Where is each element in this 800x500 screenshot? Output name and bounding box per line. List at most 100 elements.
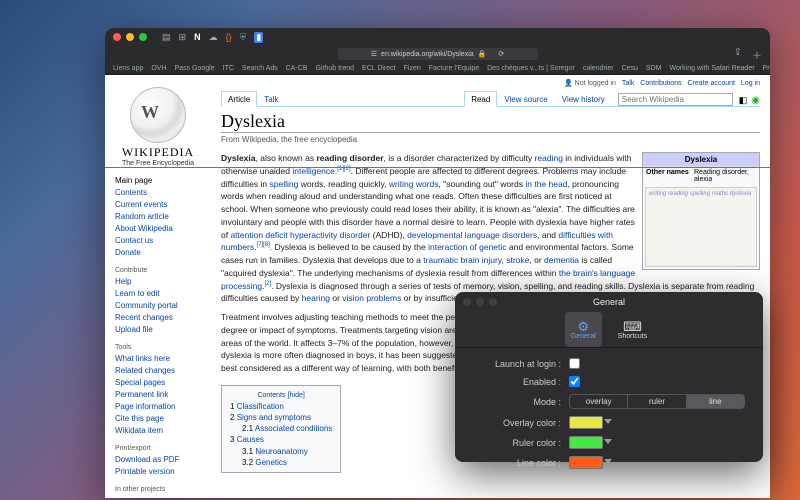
share-icon[interactable]: ⇪: [734, 47, 742, 62]
fav-item[interactable]: Search Ads: [242, 65, 278, 72]
braces-icon[interactable]: {}: [226, 32, 232, 43]
fav-item[interactable]: calendrier: [583, 65, 614, 72]
new-tab-icon[interactable]: ＋: [752, 47, 762, 62]
link-vision[interactable]: vision problems: [342, 293, 401, 303]
minimize-icon[interactable]: [126, 33, 134, 41]
titlebar: ▤ ⊞ N ☁ {} ⛨ ▮: [105, 28, 770, 46]
shield-icon[interactable]: ⛨: [240, 32, 247, 43]
nav-about[interactable]: About Wikipedia: [115, 223, 201, 235]
mode-segmented-control[interactable]: overlay ruler line: [569, 394, 745, 409]
fav-item[interactable]: Des chèques v...ts | Soregor: [487, 65, 575, 72]
nav-contents[interactable]: Contents: [115, 187, 201, 199]
wikipedia-logo[interactable]: WIKIPEDIA The Free Encyclopedia: [115, 87, 201, 167]
link-writing[interactable]: writing words: [389, 179, 439, 189]
mode-overlay[interactable]: overlay: [570, 395, 628, 408]
link-head[interactable]: in the head: [525, 179, 567, 189]
fav-item[interactable]: Présence.xlsx: [763, 65, 770, 72]
notion-icon[interactable]: N: [194, 32, 201, 43]
nav-printable[interactable]: Printable version: [115, 466, 201, 478]
fav-item[interactable]: Github trend: [316, 65, 355, 72]
cloud-icon[interactable]: ☁: [209, 32, 218, 43]
nav-links-here[interactable]: What links here: [115, 353, 201, 365]
fav-item[interactable]: CA-CB: [286, 65, 308, 72]
mode-line[interactable]: line: [687, 395, 744, 408]
tab-viewsource[interactable]: View source: [497, 91, 554, 106]
infobox-image[interactable]: writing reading spelling maths dyslexia: [645, 187, 757, 267]
fav-item[interactable]: OVH: [151, 65, 166, 72]
nav-current-events[interactable]: Current events: [115, 199, 201, 211]
zoom-icon[interactable]: [139, 33, 147, 41]
prefs-tab-general[interactable]: ⚙ General: [565, 312, 602, 347]
link-spelling[interactable]: spelling: [270, 179, 299, 189]
nav-wikidata[interactable]: Wikidata item: [115, 425, 201, 437]
link-hearing[interactable]: hearing: [302, 293, 330, 303]
nav-upload[interactable]: Upload file: [115, 324, 201, 336]
sidebar-icon[interactable]: ▤: [162, 32, 171, 43]
toc-associated[interactable]: Associated conditions: [255, 424, 332, 433]
nav-contact[interactable]: Contact us: [115, 235, 201, 247]
search-input[interactable]: [618, 93, 733, 106]
nav-special[interactable]: Special pages: [115, 377, 201, 389]
toc-hide[interactable]: [hide]: [288, 392, 305, 399]
nav-main-page[interactable]: Main page: [115, 175, 201, 187]
toc-classification[interactable]: Classification: [237, 402, 284, 411]
fav-item[interactable]: Fizen: [404, 65, 421, 72]
fav-item[interactable]: ECL Direct: [362, 65, 396, 72]
url-field[interactable]: ☰ en.wikipedia.org/wiki/Dyslexia 🔒 ⟳: [338, 48, 538, 60]
launch-checkbox[interactable]: [569, 358, 580, 369]
prefs-tab-shortcuts[interactable]: ⌨ Shortcuts: [612, 312, 654, 347]
titlebar-buttons: ▤ ⊞ N ☁ {} ⛨ ▮: [162, 32, 263, 43]
appearance-icon[interactable]: ◧: [739, 95, 748, 106]
link-tbi[interactable]: traumatic brain injury: [423, 255, 501, 265]
line-color-swatch[interactable]: [569, 456, 603, 469]
nav-community[interactable]: Community portal: [115, 300, 201, 312]
ruler-color-swatch[interactable]: [569, 436, 603, 449]
fav-item[interactable]: SDM: [646, 65, 662, 72]
tab-article[interactable]: Article: [221, 91, 257, 107]
close-icon[interactable]: [113, 33, 121, 41]
user-login[interactable]: Log in: [741, 80, 760, 87]
reload-icon[interactable]: ⟳: [498, 50, 504, 58]
link-reading[interactable]: reading: [535, 153, 563, 163]
fav-item[interactable]: Facture l'Equipe: [429, 65, 479, 72]
nav-contribute: Contribute Help Learn to edit Community …: [115, 267, 201, 336]
user-contrib[interactable]: Contributions: [640, 80, 681, 87]
grid-icon[interactable]: ⊞: [179, 32, 187, 43]
link-dementia[interactable]: dementia: [544, 255, 579, 265]
settings-icon[interactable]: ◉: [751, 95, 760, 106]
fav-item[interactable]: Cesu: [622, 65, 638, 72]
ref[interactable]: [7][8]: [256, 242, 269, 248]
nav-pdf[interactable]: Download as PDF: [115, 454, 201, 466]
toc-neuro[interactable]: Neuroanatomy: [255, 447, 307, 456]
link-stroke[interactable]: stroke: [506, 255, 529, 265]
nav-random[interactable]: Random article: [115, 211, 201, 223]
nav-pageinfo[interactable]: Page information: [115, 401, 201, 413]
toc-genetics[interactable]: Genetics: [255, 458, 287, 467]
toc-causes[interactable]: Causes: [237, 435, 264, 444]
link-adhd[interactable]: attention deficit hyperactivity disorder: [230, 230, 370, 240]
nav-cite[interactable]: Cite this page: [115, 413, 201, 425]
nav-related[interactable]: Related changes: [115, 365, 201, 377]
link-genetic[interactable]: interaction of genetic: [428, 242, 506, 252]
tab-talk[interactable]: Talk: [257, 91, 285, 106]
nav-learn-edit[interactable]: Learn to edit: [115, 288, 201, 300]
nav-donate[interactable]: Donate: [115, 247, 201, 259]
user-talk[interactable]: Talk: [622, 80, 634, 87]
stack-icon[interactable]: ▮: [254, 32, 263, 43]
fav-item[interactable]: Working with Safari Reader: [669, 65, 754, 72]
fav-item[interactable]: Liens app: [113, 65, 143, 72]
toc-signs[interactable]: Signs and symptoms: [237, 413, 311, 422]
overlay-color-swatch[interactable]: [569, 416, 603, 429]
user-create[interactable]: Create account: [687, 80, 734, 87]
fav-item[interactable]: ITC: [223, 65, 234, 72]
nav-permalink[interactable]: Permanent link: [115, 389, 201, 401]
tab-history[interactable]: View history: [555, 91, 612, 106]
reader-icon[interactable]: ☰: [371, 50, 377, 58]
enabled-checkbox[interactable]: [569, 376, 580, 387]
tab-read[interactable]: Read: [464, 91, 497, 107]
nav-help[interactable]: Help: [115, 276, 201, 288]
link-dev[interactable]: developmental language disorders: [407, 230, 537, 240]
nav-recent[interactable]: Recent changes: [115, 312, 201, 324]
fav-item[interactable]: Pass Google: [175, 65, 215, 72]
mode-ruler[interactable]: ruler: [628, 395, 686, 408]
